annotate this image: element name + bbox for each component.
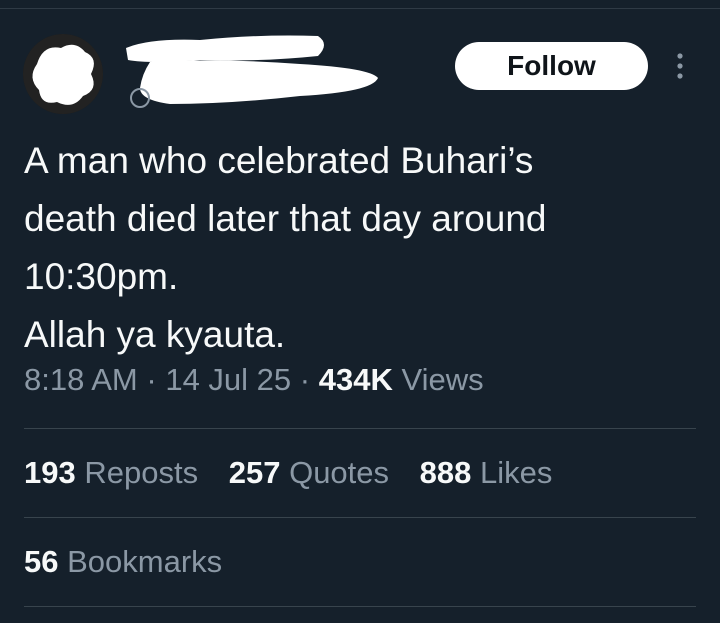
reposts-stat[interactable]: 193 Reposts xyxy=(24,455,198,491)
views-count: 434K xyxy=(318,362,393,397)
reposts-count: 193 xyxy=(24,455,76,490)
quotes-stat[interactable]: 257 Quotes xyxy=(229,455,389,491)
likes-stat[interactable]: 888 Likes xyxy=(420,455,553,491)
meta-separator: · xyxy=(146,362,157,397)
tweet-metadata: 8:18 AM · 14 Jul 25 · 434K Views xyxy=(24,362,484,398)
divider xyxy=(24,428,696,429)
follow-button[interactable]: Follow xyxy=(455,42,648,90)
tweet-line: A man who celebrated Buhari’s xyxy=(24,140,534,181)
tweet-date[interactable]: 14 Jul 25 xyxy=(165,362,291,397)
bookmarks-count: 56 xyxy=(24,544,59,579)
tweet-line: 10:30pm. xyxy=(24,256,179,297)
likes-label: Likes xyxy=(480,455,553,490)
reposts-label: Reposts xyxy=(84,455,199,490)
tweet-text: A man who celebrated Buhari’s death died… xyxy=(24,132,704,364)
tweet-line: Allah ya kyauta. xyxy=(24,314,286,355)
quotes-label: Quotes xyxy=(289,455,390,490)
likes-count: 888 xyxy=(419,455,472,490)
views-label: Views xyxy=(401,362,484,397)
quotes-count: 257 xyxy=(228,455,281,490)
tweet-time[interactable]: 8:18 AM xyxy=(24,362,138,397)
divider xyxy=(24,606,696,607)
bookmarks-stat[interactable]: 56 Bookmarks xyxy=(24,544,222,580)
meta-separator: · xyxy=(299,362,311,397)
bookmarks-label: Bookmarks xyxy=(67,544,223,579)
tweet-line: death died later that day around xyxy=(24,198,547,239)
more-vertical-icon[interactable] xyxy=(670,50,690,82)
username-redaction xyxy=(126,35,378,108)
divider xyxy=(24,517,696,518)
engagement-stats: 193 Reposts 257 Quotes 888 Likes xyxy=(24,455,574,491)
